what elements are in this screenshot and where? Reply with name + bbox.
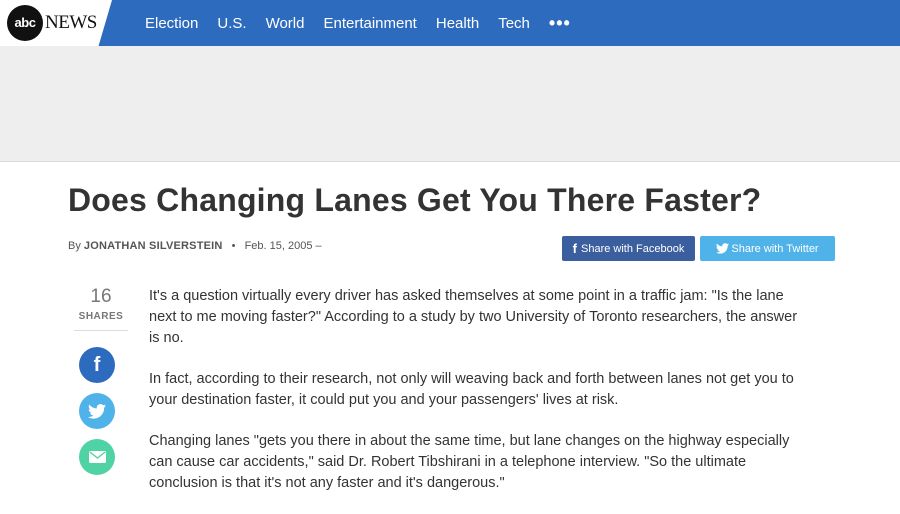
article-paragraph: Changing lanes "gets you there in about … [149, 433, 790, 491]
facebook-icon: f [572, 241, 577, 256]
rail-divider [74, 330, 128, 331]
twitter-icon [88, 403, 106, 419]
share-count-label: SHARES [78, 311, 124, 322]
logo-news-text: NEWS [45, 12, 97, 33]
rail-twitter-button[interactable] [79, 393, 115, 429]
author-name[interactable]: JONATHAN SILVERSTEIN [84, 240, 223, 252]
nav-item-entertainment[interactable]: Entertainment [323, 15, 416, 32]
byline: By JONATHAN SILVERSTEIN • Feb. 15, 2005 … [68, 240, 322, 252]
nav-item-election[interactable]: Election [145, 15, 198, 32]
top-nav-bar: abc NEWS Election U.S. World Entertainme… [0, 0, 900, 46]
facebook-icon: f [93, 353, 101, 376]
nav-item-tech[interactable]: Tech [498, 15, 530, 32]
share-twitter-button[interactable]: Share with Twitter [700, 236, 835, 261]
rail-facebook-button[interactable]: f [79, 347, 115, 383]
byline-separator: • [231, 240, 236, 252]
rail-email-button[interactable] [79, 439, 115, 475]
publish-date: Feb. 15, 2005 – [244, 240, 322, 252]
share-count: 16 [90, 286, 112, 307]
nav-item-us[interactable]: U.S. [217, 15, 246, 32]
more-menu-icon[interactable]: ••• [549, 13, 571, 34]
twitter-icon [716, 243, 730, 254]
abc-news-logo[interactable]: abc NEWS [0, 0, 112, 46]
envelope-icon [88, 451, 106, 463]
share-twitter-label: Share with Twitter [731, 242, 819, 255]
nav-item-health[interactable]: Health [436, 15, 479, 32]
byline-prefix: By [68, 240, 81, 252]
main-nav: Election U.S. World Entertainment Health… [145, 0, 571, 46]
abc-logo-circle: abc [7, 5, 43, 41]
share-rail: 16 SHARES [74, 286, 128, 331]
ad-banner-area [0, 46, 900, 162]
article-paragraph: It's a question virtually every driver h… [149, 288, 798, 346]
share-facebook-label: Share with Facebook [581, 242, 685, 255]
article-paragraph: In fact, according to their research, no… [149, 371, 794, 408]
nav-item-world[interactable]: World [266, 15, 305, 32]
share-facebook-button[interactable]: f Share with Facebook [562, 236, 695, 261]
article-headline: Does Changing Lanes Get You There Faster… [68, 182, 762, 218]
article-body: It's a question virtually every driver h… [149, 286, 799, 514]
